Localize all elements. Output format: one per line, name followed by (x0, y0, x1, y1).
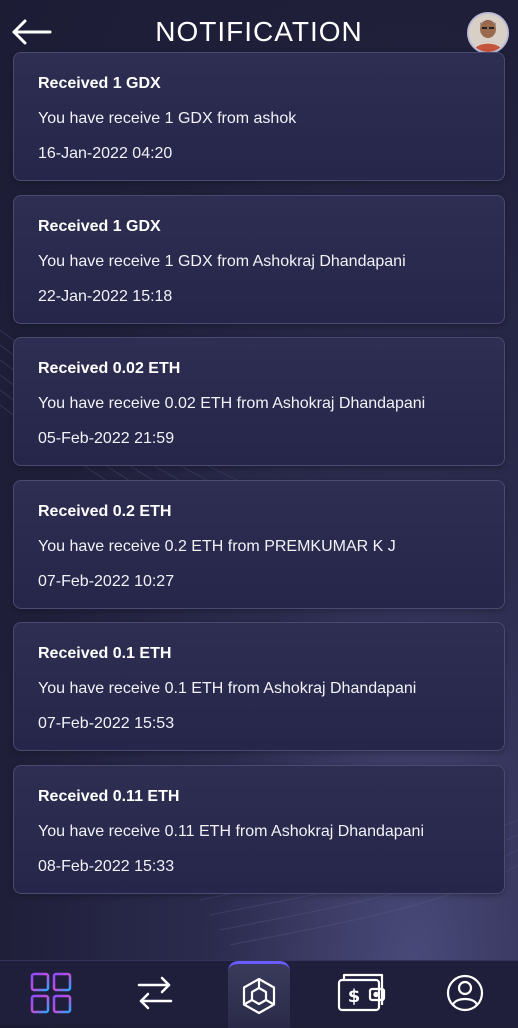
nav-wallet-button[interactable]: $ (327, 961, 397, 1025)
user-avatar[interactable] (467, 12, 509, 54)
notification-card[interactable]: Received 1 GDX You have receive 1 GDX fr… (13, 195, 505, 324)
transfer-arrows-icon (137, 976, 173, 1010)
notification-title: Received 0.02 ETH (38, 360, 181, 377)
notification-card[interactable]: Received 0.02 ETH You have receive 0.02 … (13, 337, 505, 466)
app-header: NOTIFICATION (0, 0, 518, 58)
nav-profile-button[interactable] (430, 961, 500, 1025)
notification-message: You have receive 0.02 ETH from Ashokraj … (38, 395, 426, 412)
notification-time: 07-Feb-2022 15:53 (38, 715, 175, 732)
svg-text:$: $ (348, 986, 361, 1007)
notification-time: 08-Feb-2022 15:33 (38, 858, 175, 875)
notification-title: Received 0.1 ETH (38, 645, 172, 662)
notification-card[interactable]: Received 1 GDX You have receive 1 GDX fr… (13, 52, 505, 181)
avatar-photo-icon (469, 14, 507, 52)
notification-title: Received 0.11 ETH (38, 788, 180, 805)
notification-message: You have receive 0.1 ETH from Ashokraj D… (38, 680, 417, 697)
notification-title: Received 1 GDX (38, 75, 161, 92)
profile-icon (446, 974, 484, 1012)
notification-message: You have receive 1 GDX from ashok (38, 110, 297, 127)
notification-time: 22-Jan-2022 15:18 (38, 288, 173, 305)
nav-dashboard-button[interactable] (16, 961, 86, 1025)
notification-card[interactable]: Received 0.2 ETH You have receive 0.2 ET… (13, 480, 505, 609)
notification-card[interactable]: Received 0.1 ETH You have receive 0.1 ET… (13, 622, 505, 751)
notification-time: 07-Feb-2022 10:27 (38, 573, 175, 590)
nav-transfer-button[interactable] (120, 961, 190, 1025)
wallet-icon: $ (337, 973, 386, 1012)
notification-time: 16-Jan-2022 04:20 (38, 145, 173, 162)
notification-message: You have receive 0.2 ETH from PREMKUMAR … (38, 538, 396, 555)
bottom-navigation: $ (0, 960, 518, 1028)
nav-home-button[interactable] (228, 961, 290, 1028)
hexagon-logo-icon (242, 977, 276, 1015)
notification-title: Received 0.2 ETH (38, 503, 172, 520)
dashboard-grid-icon (30, 972, 72, 1014)
notification-message: You have receive 0.11 ETH from Ashokraj … (38, 823, 425, 840)
notification-card[interactable]: Received 0.11 ETH You have receive 0.11 … (13, 765, 505, 894)
notification-title: Received 1 GDX (38, 218, 161, 235)
page-title: NOTIFICATION (155, 16, 363, 47)
notification-time: 05-Feb-2022 21:59 (38, 430, 175, 447)
notification-message: You have receive 1 GDX from Ashokraj Dha… (38, 253, 406, 270)
